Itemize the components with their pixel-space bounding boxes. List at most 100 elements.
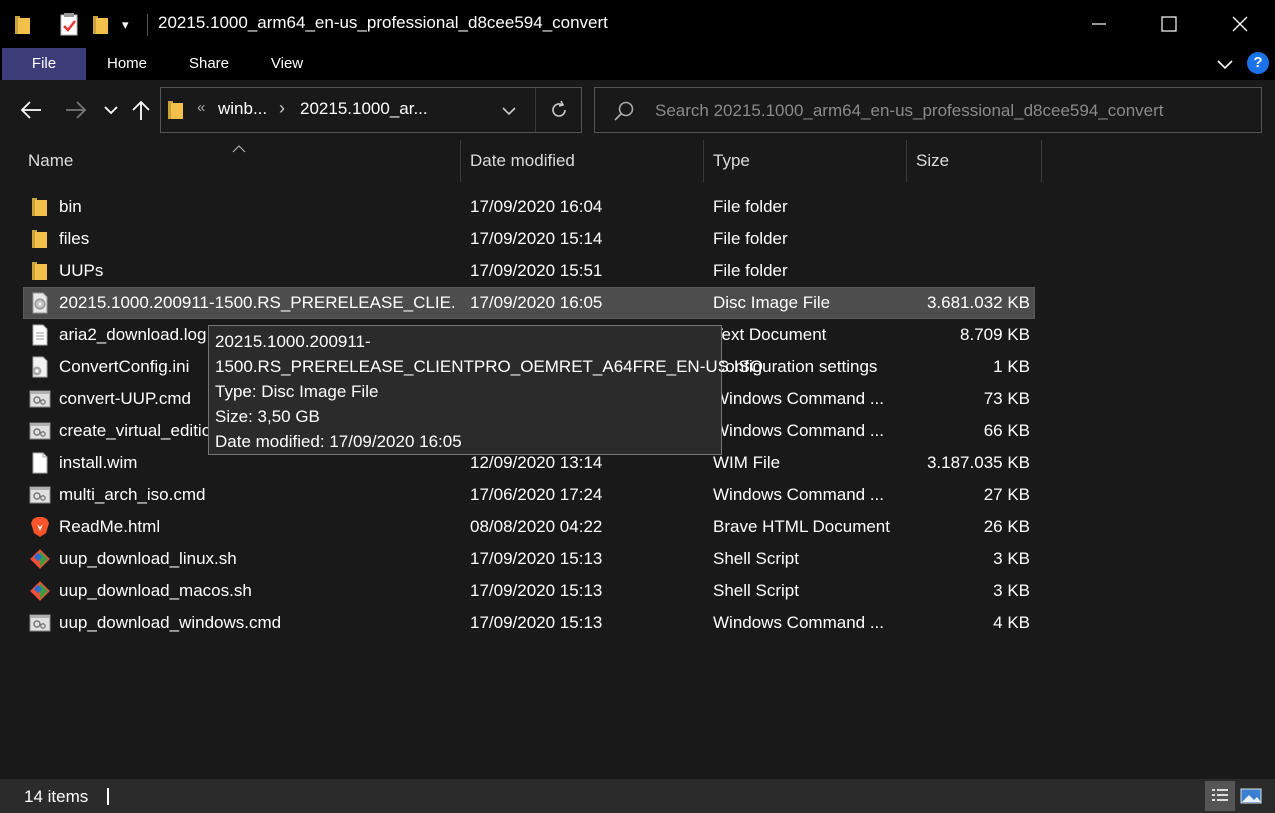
- column-header-size[interactable]: Size: [916, 140, 1036, 182]
- file-tooltip: 20215.1000.200911- 1500.RS_PRERELEASE_CL…: [208, 325, 763, 455]
- search-box[interactable]: Search 20215.1000_arm64_en-us_profession…: [594, 87, 1262, 133]
- close-button[interactable]: [1205, 0, 1275, 48]
- search-icon: [613, 100, 635, 127]
- file-row[interactable]: uup_download_macos.sh 17/09/2020 15:13 She…: [0, 575, 1275, 607]
- sort-ascending-icon: [232, 138, 246, 158]
- file-type: WIM File: [713, 453, 781, 472]
- file-row[interactable]: uup_download_linux.sh 17/09/2020 15:13 She…: [0, 543, 1275, 575]
- file-name[interactable]: uup_download_windows.cmd: [59, 607, 454, 639]
- file-date-modified: 17/09/2020 15:13: [470, 549, 603, 568]
- file-type: File folder: [713, 229, 788, 248]
- column-divider[interactable]: [460, 140, 461, 182]
- file-type: Windows Command ...: [713, 389, 884, 408]
- file-size: 1 KB: [993, 357, 1030, 376]
- refresh-button[interactable]: [535, 88, 581, 132]
- file-row[interactable]: 20215.1000.200911-1500.RS_PRERELEASE_CLI…: [0, 287, 1275, 319]
- title-bar: ▾ 20215.1000_arm64_en-us_professional_d8…: [0, 0, 1275, 48]
- file-size: 4 KB: [993, 613, 1030, 632]
- column-header-type[interactable]: Type: [713, 140, 903, 182]
- file-row[interactable]: files 17/09/2020 15:14 File folder: [0, 223, 1275, 255]
- file-date-modified: 17/09/2020 15:51: [470, 261, 603, 280]
- file-date-modified: 17/09/2020 16:05: [470, 293, 603, 312]
- file-size: [910, 191, 1030, 223]
- expand-ribbon-icon[interactable]: [1214, 54, 1236, 74]
- details-view-button[interactable]: [1205, 781, 1235, 811]
- tab-file[interactable]: File: [2, 48, 86, 80]
- minimize-button[interactable]: [1064, 0, 1134, 48]
- file-type: Windows Command ...: [713, 485, 884, 504]
- tab-view[interactable]: View: [260, 48, 314, 80]
- file-name[interactable]: bin: [59, 191, 454, 223]
- column-header-date[interactable]: Date modified: [470, 140, 700, 182]
- column-divider[interactable]: [703, 140, 704, 182]
- breadcrumb-item-winb[interactable]: winb...: [218, 99, 267, 119]
- file-size: 3.681.032 KB: [926, 293, 1030, 312]
- column-divider[interactable]: [1041, 140, 1042, 182]
- file-size: 26 KB: [983, 517, 1030, 536]
- search-placeholder[interactable]: Search 20215.1000_arm64_en-us_profession…: [655, 101, 1163, 121]
- file-name[interactable]: UUPs: [59, 255, 454, 287]
- forward-button[interactable]: [61, 95, 91, 125]
- breadcrumb-item-current[interactable]: 20215.1000_ar...: [300, 99, 428, 119]
- file-name[interactable]: uup_download_linux.sh: [59, 543, 454, 575]
- file-type: File folder: [713, 197, 788, 216]
- refresh-icon: [551, 100, 566, 117]
- file-size: 27 KB: [983, 485, 1030, 504]
- file-date-modified: 17/09/2020 15:13: [470, 613, 603, 632]
- recent-locations-button[interactable]: [96, 95, 126, 125]
- breadcrumb-separator: ›: [279, 98, 285, 118]
- file-type: Text Document: [713, 325, 827, 344]
- properties-icon[interactable]: [58, 12, 80, 38]
- address-dropdown-icon[interactable]: [501, 102, 517, 122]
- file-date-modified: 08/08/2020 04:22: [470, 517, 603, 536]
- large-icons-view-icon: [1240, 788, 1262, 804]
- folder-icon: [28, 227, 52, 251]
- file-name[interactable]: files: [59, 223, 454, 255]
- folder-icon: [28, 195, 52, 219]
- up-button[interactable]: [126, 95, 156, 125]
- file-date-modified: 17/09/2020 15:13: [470, 581, 603, 600]
- back-button[interactable]: [16, 95, 46, 125]
- title-separator: [147, 14, 148, 36]
- file-row[interactable]: UUPs 17/09/2020 15:51 File folder: [0, 255, 1275, 287]
- details-view-icon: [1212, 789, 1228, 801]
- file-type: Shell Script: [713, 581, 799, 600]
- ribbon-tabs: File Home Share View ?: [0, 48, 1275, 80]
- tab-home[interactable]: Home: [96, 48, 158, 80]
- breadcrumb-overflow[interactable]: «: [197, 99, 205, 116]
- window-title: 20215.1000_arm64_en-us_professional_d8ce…: [158, 13, 608, 32]
- file-size: [910, 223, 1030, 255]
- file-row[interactable]: ReadMe.html 08/08/2020 04:22 Brave HTML Do…: [0, 511, 1275, 543]
- tab-share[interactable]: Share: [178, 48, 240, 80]
- file-row[interactable]: multi_arch_iso.cmd 17/06/2020 17:24 Window…: [0, 479, 1275, 511]
- column-divider[interactable]: [906, 140, 907, 182]
- file-size: 73 KB: [983, 389, 1030, 408]
- item-count: 14 items: [24, 787, 89, 806]
- file-date-modified: 17/09/2020 15:14: [470, 229, 603, 248]
- new-folder-icon[interactable]: [92, 12, 110, 38]
- brave-icon: [28, 515, 52, 539]
- status-bar: 14 items: [0, 779, 1275, 813]
- maximize-button[interactable]: [1134, 0, 1204, 48]
- text-cursor: [107, 788, 109, 805]
- disc-image-icon: [28, 291, 52, 315]
- large-icons-view-button[interactable]: [1236, 781, 1266, 811]
- file-row[interactable]: uup_download_windows.cmd 17/09/2020 15:13…: [0, 607, 1275, 639]
- cmd-file-icon: [28, 387, 52, 411]
- file-size: 3 KB: [993, 549, 1030, 568]
- file-name[interactable]: 20215.1000.200911-1500.RS_PRERELEASE_CLI…: [59, 287, 454, 319]
- file-name[interactable]: ReadMe.html: [59, 511, 454, 543]
- file-name[interactable]: multi_arch_iso.cmd: [59, 479, 454, 511]
- file-date-modified: 17/09/2020 16:04: [470, 197, 603, 216]
- address-bar[interactable]: « winb... › 20215.1000_ar...: [160, 87, 582, 133]
- help-icon[interactable]: ?: [1247, 52, 1269, 74]
- file-date-modified: 17/06/2020 17:24: [470, 485, 603, 504]
- file-type: Brave HTML Document: [713, 517, 890, 536]
- quick-access-dropdown[interactable]: ▾: [122, 12, 129, 38]
- folder-icon: [28, 259, 52, 283]
- file-name[interactable]: uup_download_macos.sh: [59, 575, 454, 607]
- tooltip-filename-line1: 20215.1000.200911-: [215, 332, 371, 351]
- file-row[interactable]: bin 17/09/2020 16:04 File folder: [0, 191, 1275, 223]
- file-size: 3.187.035 KB: [926, 453, 1030, 472]
- cmd-file-icon: [28, 611, 52, 635]
